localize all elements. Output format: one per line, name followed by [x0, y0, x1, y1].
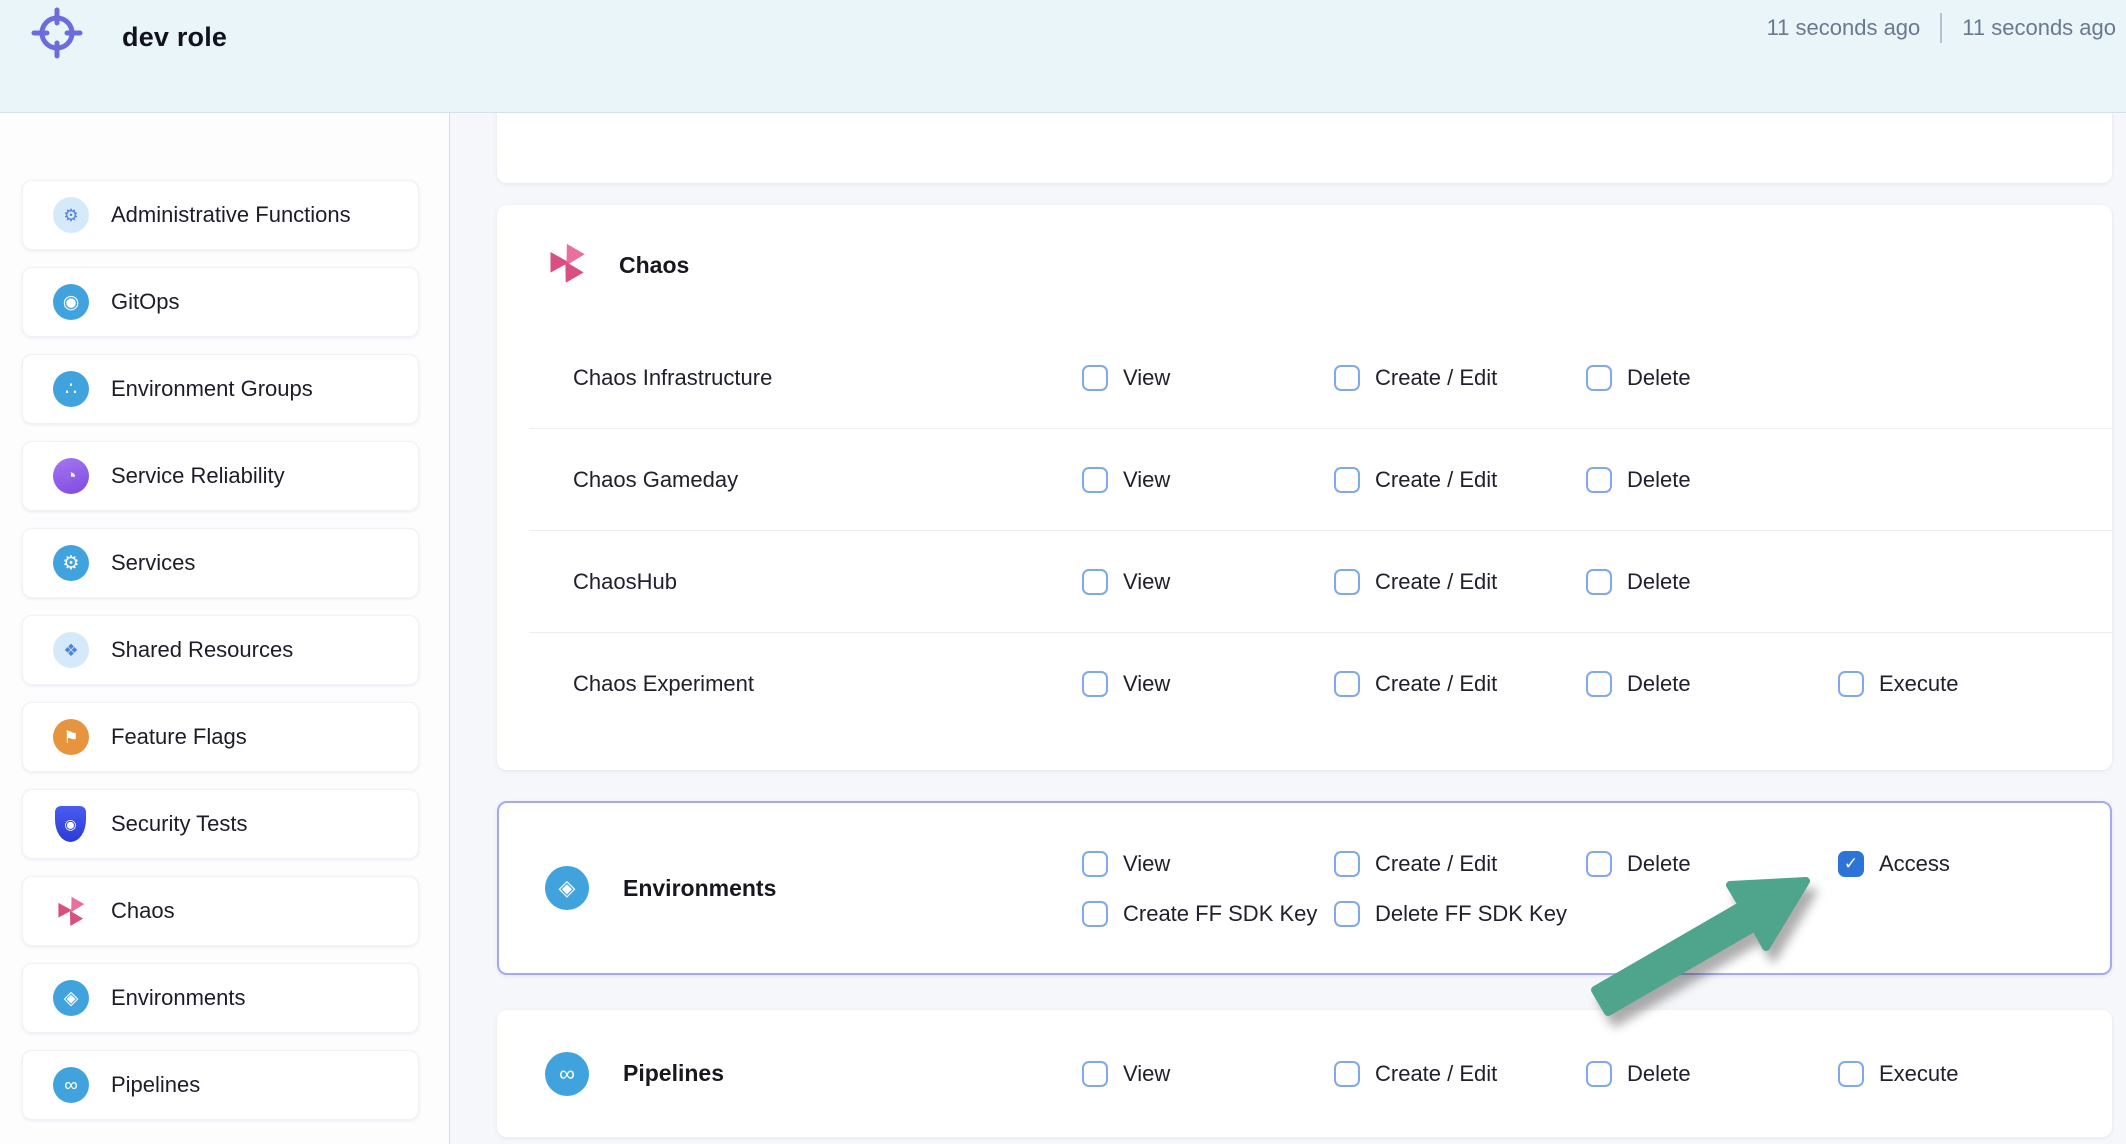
pipelines-section-card: ∞ Pipelines View Create / Edit Delete Ex…	[497, 1010, 2112, 1137]
pipelines-icon: ∞	[53, 1067, 89, 1103]
checkbox-icon[interactable]	[1334, 901, 1360, 927]
checkbox-icon[interactable]	[1838, 671, 1864, 697]
sidebar-item-administrative-functions[interactable]: ⚙ Administrative Functions	[22, 180, 419, 250]
sidebar-item-security-tests[interactable]: ◉ Security Tests	[22, 789, 419, 859]
permission-access[interactable]: Access	[1838, 851, 2090, 877]
permission-create-ff-sdk-key[interactable]: Create FF SDK Key	[1082, 901, 1334, 927]
sidebar-item-chaos[interactable]: Chaos	[22, 876, 419, 946]
gear-icon: ⚙	[53, 197, 89, 233]
permission-row-environments-1: View Create / Edit Delete Access	[1082, 839, 2090, 889]
checkbox-icon[interactable]	[1082, 467, 1108, 493]
checkbox-icon[interactable]	[1334, 467, 1360, 493]
permission-create-edit[interactable]: Create / Edit	[1334, 851, 1586, 877]
row-label: Chaos Infrastructure	[573, 365, 1082, 391]
checkbox-icon[interactable]	[1586, 365, 1612, 391]
checkbox-icon[interactable]	[1082, 569, 1108, 595]
environments-section-title: Environments	[623, 875, 776, 902]
shared-resources-icon: ❖	[53, 632, 89, 668]
sidebar-item-feature-flags[interactable]: ⚑ Feature Flags	[22, 702, 419, 772]
chaos-section-card: Chaos Chaos Infrastructure View Create /…	[497, 205, 2112, 770]
permission-view[interactable]: View	[1082, 851, 1334, 877]
chaos-section-icon	[545, 241, 589, 290]
permission-delete[interactable]: Delete	[1586, 569, 1838, 595]
checkbox-icon[interactable]	[1082, 851, 1108, 877]
permission-delete[interactable]: Delete	[1586, 467, 1838, 493]
timestamp-divider	[1940, 13, 1942, 43]
permission-create-edit[interactable]: Create / Edit	[1334, 365, 1586, 391]
checkbox-icon[interactable]	[1082, 671, 1108, 697]
sidebar-item-environments[interactable]: ◈ Environments	[22, 963, 419, 1033]
checkbox-icon[interactable]	[1586, 569, 1612, 595]
environments-icon: ◈	[53, 980, 89, 1016]
permission-row-chaoshub: ChaosHub View Create / Edit Delete	[497, 531, 2112, 632]
services-icon: ⚙	[53, 545, 89, 581]
permission-delete[interactable]: Delete	[1586, 365, 1838, 391]
permission-view[interactable]: View	[1082, 569, 1334, 595]
checkbox-icon[interactable]	[1586, 467, 1612, 493]
checkbox-icon[interactable]	[1334, 851, 1360, 877]
role-crosshair-icon	[26, 3, 88, 70]
chaos-section-title: Chaos	[619, 252, 689, 279]
timestamps: 11 seconds ago 11 seconds ago	[1767, 13, 2116, 43]
permission-create-edit[interactable]: Create / Edit	[1334, 569, 1586, 595]
gitops-icon: ◉	[53, 284, 89, 320]
permission-delete[interactable]: Delete	[1586, 1061, 1838, 1087]
permission-delete-ff-sdk-key[interactable]: Delete FF SDK Key	[1334, 901, 1586, 927]
permission-delete[interactable]: Delete	[1586, 671, 1838, 697]
sidebar-item-pipelines[interactable]: ∞ Pipelines	[22, 1050, 419, 1120]
pipelines-icon: ∞	[545, 1052, 589, 1096]
pipelines-section-title: Pipelines	[623, 1060, 724, 1087]
checkbox-icon[interactable]	[1082, 1061, 1108, 1087]
sidebar-item-environment-groups[interactable]: ∴ Environment Groups	[22, 354, 419, 424]
permission-view[interactable]: View	[1082, 365, 1334, 391]
row-label: Chaos Experiment	[573, 671, 1082, 697]
permission-row-chaos-experiment: Chaos Experiment View Create / Edit Dele…	[497, 633, 2112, 734]
row-label: ChaosHub	[573, 569, 1082, 595]
checkbox-icon[interactable]	[1334, 365, 1360, 391]
row-label: Chaos Gameday	[573, 467, 1082, 493]
checkbox-icon[interactable]	[1838, 1061, 1864, 1087]
checkbox-icon[interactable]	[1838, 851, 1864, 877]
sidebar-item-gitops[interactable]: ◉ GitOps	[22, 267, 419, 337]
environments-icon: ◈	[545, 866, 589, 910]
checkbox-icon[interactable]	[1082, 901, 1108, 927]
permission-create-edit[interactable]: Create / Edit	[1334, 671, 1586, 697]
chaos-icon	[53, 893, 89, 929]
permission-execute[interactable]: Execute	[1838, 671, 2090, 697]
checkbox-icon[interactable]	[1334, 569, 1360, 595]
environments-section-card[interactable]: ◈ Environments View Create / Edit Delete	[497, 801, 2112, 975]
permission-row-environments-2: Create FF SDK Key Delete FF SDK Key	[1082, 889, 2090, 939]
timestamp-right: 11 seconds ago	[1962, 15, 2116, 41]
service-reliability-icon: ◔	[53, 458, 89, 494]
permissions-panel: Chaos Chaos Infrastructure View Create /…	[451, 113, 2126, 1144]
permission-row-chaos-infrastructure: Chaos Infrastructure View Create / Edit …	[497, 327, 2112, 428]
permission-execute[interactable]: Execute	[1838, 1061, 2090, 1087]
permission-view[interactable]: View	[1082, 671, 1334, 697]
checkbox-icon[interactable]	[1586, 1061, 1612, 1087]
sidebar-item-service-reliability[interactable]: ◔ Service Reliability	[22, 441, 419, 511]
sidebar-item-shared-resources[interactable]: ❖ Shared Resources	[22, 615, 419, 685]
permission-create-edit[interactable]: Create / Edit	[1334, 467, 1586, 493]
previous-section-card	[497, 101, 2112, 183]
feature-flags-icon: ⚑	[53, 719, 89, 755]
checkbox-icon[interactable]	[1586, 851, 1612, 877]
checkbox-icon[interactable]	[1082, 365, 1108, 391]
timestamp-left: 11 seconds ago	[1767, 15, 1921, 41]
permission-create-edit[interactable]: Create / Edit	[1334, 1061, 1586, 1087]
permission-view[interactable]: View	[1082, 467, 1334, 493]
checkbox-icon[interactable]	[1334, 1061, 1360, 1087]
sidebar-item-services[interactable]: ⚙ Services	[22, 528, 419, 598]
environment-groups-icon: ∴	[53, 371, 89, 407]
top-header: dev role 11 seconds ago 11 seconds ago	[0, 0, 2126, 113]
permission-delete[interactable]: Delete	[1586, 851, 1838, 877]
permission-row-chaos-gameday: Chaos Gameday View Create / Edit Delete	[497, 429, 2112, 530]
security-tests-shield-icon: ◉	[55, 806, 86, 842]
checkbox-icon[interactable]	[1334, 671, 1360, 697]
resource-sidebar: ⚙ Administrative Functions ◉ GitOps ∴ En…	[0, 113, 450, 1144]
page-title: dev role	[122, 22, 227, 53]
permission-view[interactable]: View	[1082, 1061, 1334, 1087]
checkbox-icon[interactable]	[1586, 671, 1612, 697]
